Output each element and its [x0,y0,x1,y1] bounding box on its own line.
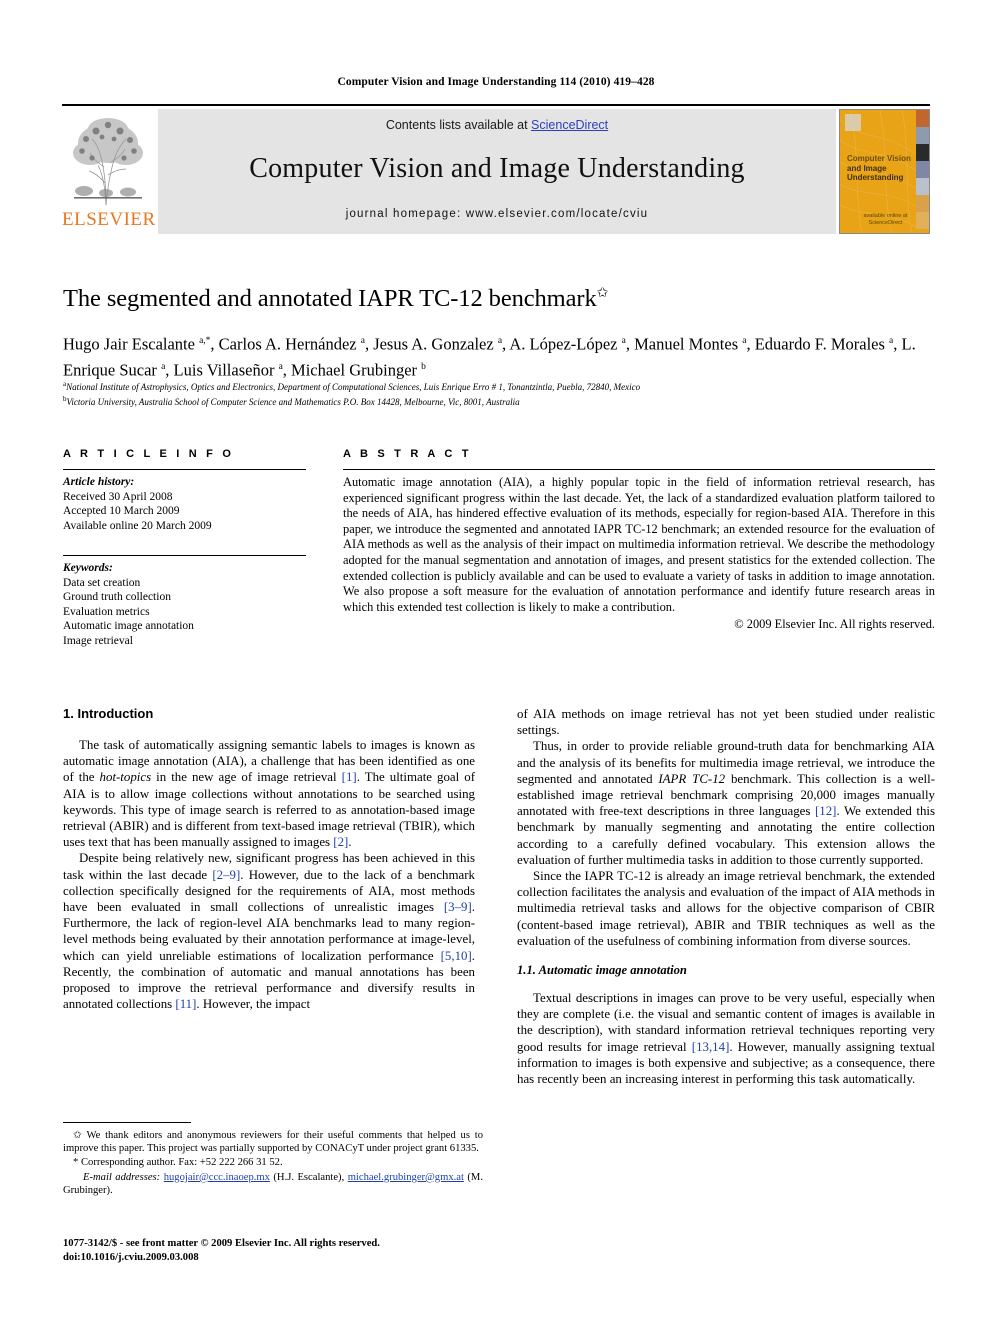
affiliation-b: bVictoria University, Australia School o… [63,394,935,409]
citation-link[interactable]: [11] [175,997,196,1011]
paragraph: Thus, in order to provide reliable groun… [517,738,935,868]
cover-elsevier-mark [845,114,861,131]
email-addresses-label: E-mail addresses: [83,1171,161,1183]
citation-link[interactable]: [1] [342,770,357,784]
footnote-asterisk-marker: * [73,1157,79,1169]
email-link-escalante[interactable]: hugojair@ccc.inaoep.mx [164,1172,270,1183]
article-info-heading: A R T I C L E I N F O [63,448,235,460]
citation-link[interactable]: [12] [815,804,836,818]
elsevier-logo: ELSEVIER [62,109,156,234]
paragraph-text: Since the IAPR TC-12 is already an image… [517,869,935,948]
journal-masthead: ELSEVIER Contents lists available at Sci… [62,104,930,234]
cover-title-line3: Understanding [847,173,904,182]
keyword-item: Image retrieval [63,634,133,647]
emphasis-iapr-tc12: IAPR TC-12 [658,771,726,786]
email-link-grubinger[interactable]: michael.grubinger@gmx.at [348,1172,464,1183]
cover-swatch [916,110,929,127]
footnote-corresponding-author: * Corresponding author. Fax: +52 222 266… [63,1156,483,1169]
abstract-heading: A B S T R A C T [343,448,472,460]
contents-lists-prefix: Contents lists available at [385,118,532,132]
article-info-box: A R T I C L E I N F O Article history: R… [63,448,306,648]
cover-swatch [916,127,929,144]
footnote-acknowledgement: ✩ We thank editors and anonymous reviewe… [63,1129,483,1155]
email-owner-escalante: (H.J. Escalante) [273,1171,342,1183]
journal-title: Computer Vision and Image Understanding [249,153,745,184]
keyword-item: Evaluation metrics [63,605,150,618]
footnote-emails: E-mail addresses: hugojair@ccc.inaoep.mx… [63,1171,484,1196]
citation-link[interactable]: [2] [333,835,348,849]
divider [63,555,306,556]
body-column-left: 1. Introduction The task of automaticall… [63,706,475,1012]
citation-link[interactable]: [5,10] [441,949,472,963]
title-footnote-marker: ✩ [596,286,609,301]
journal-article-page: Computer Vision and Image Understanding … [0,0,992,1323]
elsevier-wordmark: ELSEVIER [62,209,156,230]
article-history-accepted: Accepted 10 March 2009 [63,505,180,517]
imprint-issn-line: 1077-3142/$ - see front matter © 2009 El… [63,1238,380,1249]
paragraph-text: . [348,835,352,850]
citation-link[interactable]: [13,14] [692,1040,730,1054]
footnote-divider [63,1122,191,1123]
keywords-label: Keywords: [63,562,113,574]
paragraph: Since the IAPR TC-12 is already an image… [517,868,935,949]
affiliation-a-text: National Institute of Astrophysics, Opti… [66,382,641,392]
affiliation-a: aNational Institute of Astrophysics, Opt… [63,379,935,394]
paragraph: of AIA methods on image retrieval has no… [517,706,935,738]
paragraph-text: in the new age of image retrieval [151,770,342,785]
footnote-star-marker: ✩ [73,1130,82,1141]
paragraph: Textual descriptions in images can prove… [517,990,935,1087]
cover-journal-title: Computer Vision and Image Understanding [847,154,919,183]
affiliations: aNational Institute of Astrophysics, Opt… [63,379,935,408]
footnotes: ✩ We thank editors and anonymous reviewe… [63,1129,483,1198]
journal-homepage-line[interactable]: journal homepage: www.elsevier.com/locat… [158,208,836,220]
journal-cover-thumbnail[interactable]: Computer Vision and Image Understanding … [839,109,930,234]
cover-swatch [916,195,929,212]
article-history-online: Available online 20 March 2009 [63,519,212,532]
cover-title-line2: and Image [847,163,887,173]
citation-link[interactable]: [2–9] [212,868,240,882]
keyword-item: Ground truth collection [63,591,171,603]
contents-lists-line: Contents lists available at ScienceDirec… [158,118,836,132]
paragraph: Despite being relatively new, significan… [63,850,475,1012]
footnote-acknowledgement-text: We thank editors and anonymous reviewers… [63,1130,483,1155]
citation-link[interactable]: [3–9] [444,900,472,914]
abstract-box: A B S T R A C T Automatic image annotati… [343,448,935,632]
divider [343,469,935,470]
cover-footer-line1: available online at [863,213,908,219]
footnote-corresponding-text: Corresponding author. Fax: +52 222 266 3… [80,1157,283,1169]
cover-footer: available online at ScienceDirect [840,213,929,227]
cover-title-line1: Computer Vision [847,154,911,163]
paragraph: The task of automatically assigning sema… [63,737,475,850]
divider [63,469,306,470]
author-list: Hugo Jair Escalante a,*, Carlos A. Herná… [63,334,916,380]
keyword-item: Data set creation [63,576,141,589]
page-title: The segmented and annotated IAPR TC-12 b… [63,285,763,313]
article-history-label: Article history: [63,476,135,488]
imprint-block: 1077-3142/$ - see front matter © 2009 El… [63,1237,493,1264]
paragraph-text: . However, the impact [196,997,311,1012]
body-column-right: of AIA methods on image retrieval has no… [517,706,935,1087]
imprint-doi[interactable]: doi:10.1016/j.cviu.2009.03.008 [63,1251,493,1265]
keyword-item: Automatic image annotation [63,620,194,632]
emphasis-hot-topics: hot-topics [99,770,152,785]
running-head: Computer Vision and Image Understanding … [337,76,655,88]
abstract-copyright: © 2009 Elsevier Inc. All rights reserved… [734,617,935,632]
affiliation-b-text: Victoria University, Australia School of… [66,396,520,407]
paragraph-text: of AIA methods on image retrieval has no… [517,707,935,738]
cover-footer-line2: ScienceDirect [868,220,903,226]
section-heading-automatic-image-annotation: 1.1. Automatic image annotation [517,963,687,978]
article-history-received: Received 30 April 2008 [63,490,173,503]
journal-banner: Contents lists available at ScienceDirec… [158,109,836,234]
abstract-text: Automatic image annotation (AIA), a high… [343,475,935,614]
section-heading-introduction: 1. Introduction [63,706,154,721]
elsevier-tree-icon [73,118,143,206]
article-title-text: The segmented and annotated IAPR TC-12 b… [63,285,597,313]
sciencedirect-link[interactable]: ScienceDirect [531,118,608,132]
